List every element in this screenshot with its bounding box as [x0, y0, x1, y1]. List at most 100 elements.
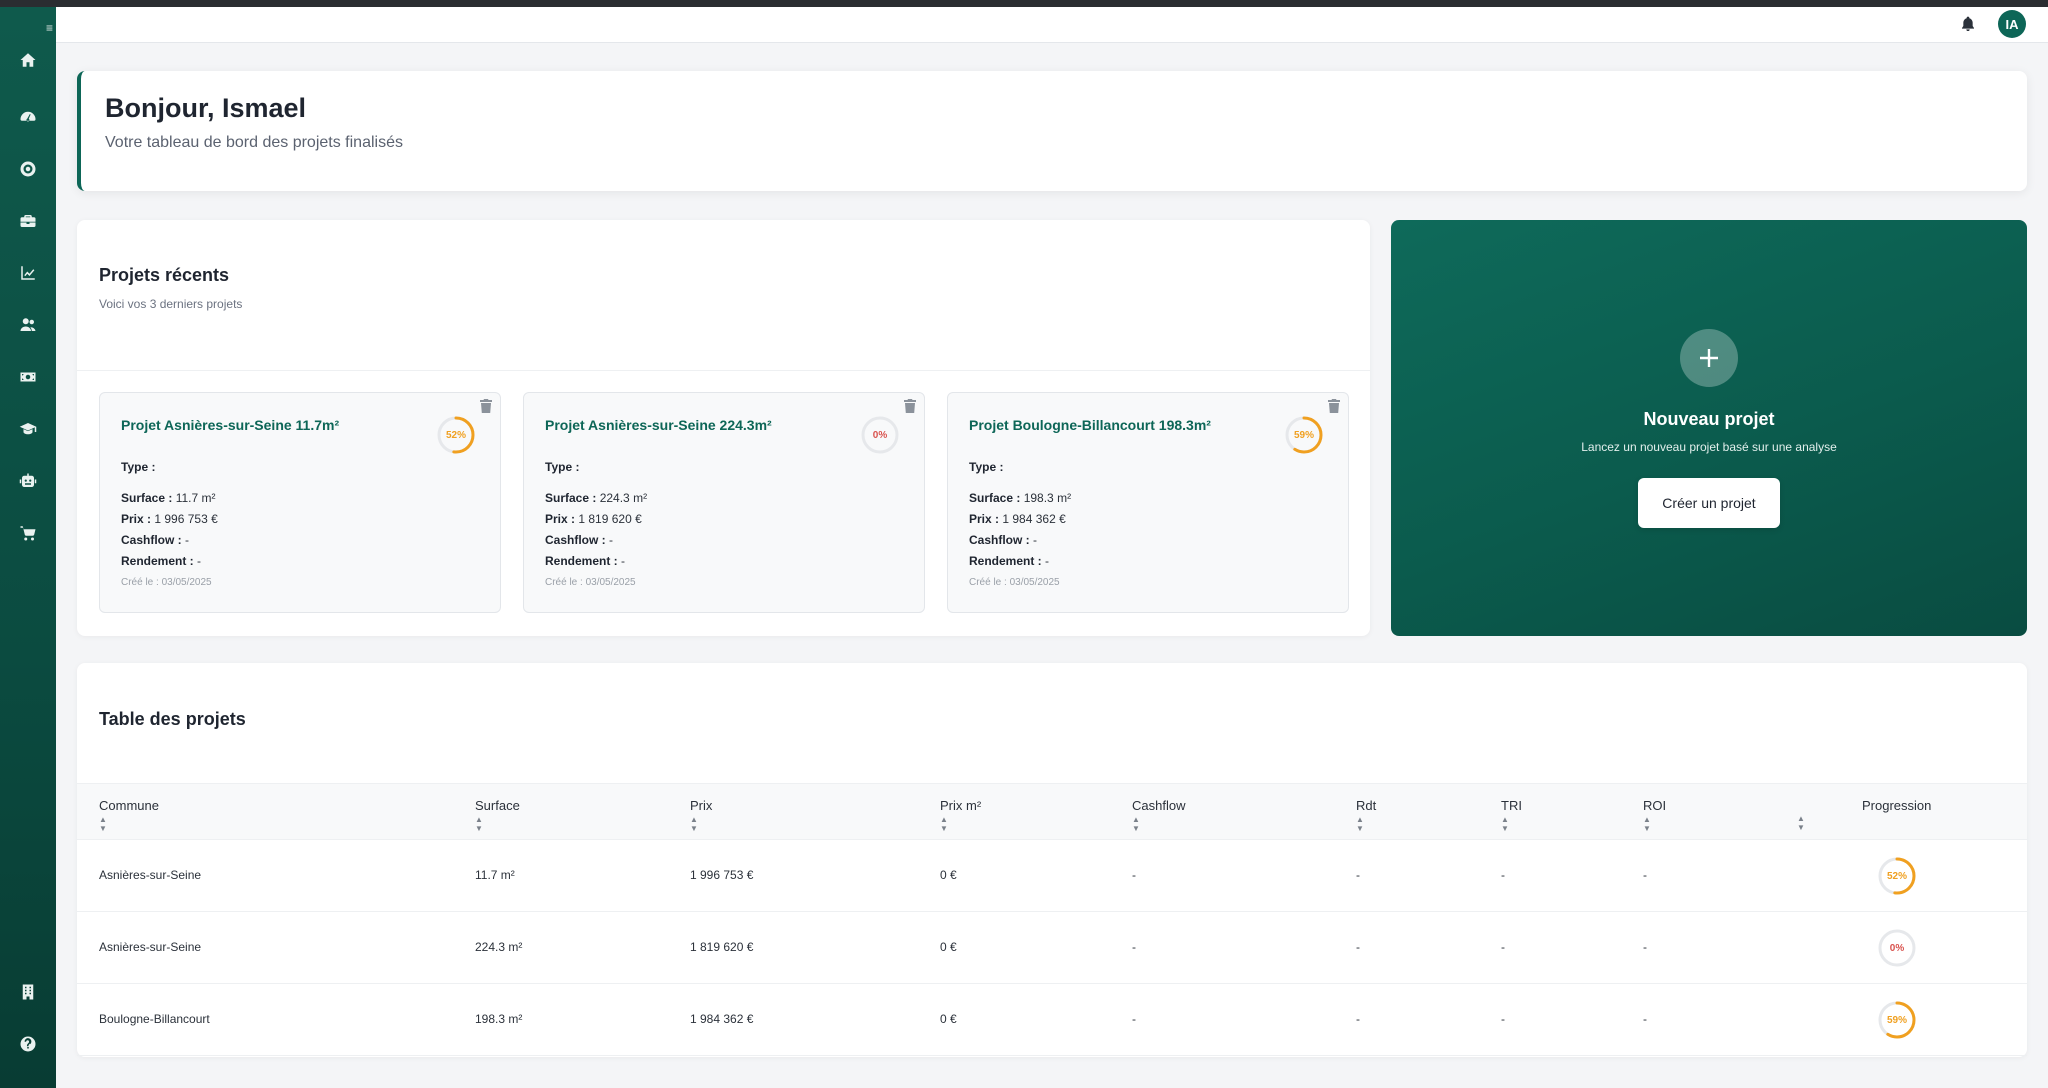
users-icon[interactable]: [16, 313, 40, 337]
card-cashflow: Cashflow : -: [121, 533, 190, 547]
project-card[interactable]: Projet Asnières-sur-Seine 11.7m² 52% Type …: [99, 392, 501, 613]
recent-projects-panel: Projets récents Voici vos 3 derniers pro…: [77, 220, 1370, 636]
welcome-card: Bonjour, Ismael Votre tableau de bord de…: [77, 71, 2027, 191]
bell-icon[interactable]: [1960, 15, 1976, 33]
sidebar: ≡: [0, 7, 56, 1088]
card-prix: Prix : 1 819 620 €: [545, 512, 642, 526]
briefcase-icon[interactable]: [16, 209, 40, 233]
card-created-date: Créé le : 03/05/2025: [545, 577, 636, 588]
user-avatar[interactable]: IA: [1998, 10, 2026, 38]
welcome-title: Bonjour, Ismael: [105, 93, 307, 123]
progress-ring: 0%: [860, 415, 900, 455]
progress-ring: 59%: [1877, 1000, 1917, 1040]
cell-roi: -: [1643, 940, 1647, 954]
card-surface: Surface : 224.3 m²: [545, 491, 648, 505]
cell-rdt: -: [1356, 868, 1360, 882]
cell-rdt: -: [1356, 940, 1360, 954]
cell-cashflow: -: [1132, 940, 1136, 954]
column-header-tri[interactable]: TRI ▲ ▼: [1501, 798, 1522, 833]
progress-ring: 59%: [1284, 415, 1324, 455]
help-icon[interactable]: [16, 1032, 40, 1056]
sort-icon: ▲ ▼: [1356, 815, 1364, 833]
card-type: Type :: [121, 460, 156, 474]
cell-prix: 1 996 753 €: [690, 868, 754, 882]
cell-rdt: -: [1356, 1012, 1360, 1026]
progress-ring: 52%: [1877, 856, 1917, 896]
card-rendement: Rendement : -: [121, 554, 202, 568]
card-prix: Prix : 1 996 753 €: [121, 512, 218, 526]
column-header-prix-m2[interactable]: Prix m² ▲ ▼: [940, 798, 981, 833]
column-header-roi[interactable]: ROI ▲ ▼: [1643, 798, 1666, 833]
trash-icon[interactable]: [480, 399, 492, 413]
sort-icon: ▲ ▼: [690, 815, 698, 833]
card-created-date: Créé le : 03/05/2025: [121, 577, 212, 588]
cell-surface: 11.7 m²: [475, 868, 515, 882]
project-card[interactable]: Projet Boulogne-Billancourt 198.3m² 59% Ty…: [947, 392, 1349, 613]
progress-label: 52%: [1886, 870, 1907, 882]
table-row[interactable]: Boulogne-Billancourt 198.3 m² 1 984 362 € 0…: [77, 984, 2027, 1056]
table-row[interactable]: Asnières-sur-Seine 224.3 m² 1 819 620 € 0 €…: [77, 912, 2027, 984]
building-icon[interactable]: [16, 980, 40, 1004]
trash-icon[interactable]: [1328, 399, 1340, 413]
column-header-cashflow[interactable]: Cashflow ▲ ▼: [1132, 798, 1185, 833]
column-header-commune[interactable]: Commune ▲ ▼: [99, 798, 159, 833]
project-card-title[interactable]: Projet Boulogne-Billancourt 198.3m²: [969, 417, 1211, 433]
sort-icon[interactable]: ▲ ▼: [1797, 814, 1805, 832]
card-cashflow: Cashflow : -: [545, 533, 614, 547]
card-prix: Prix : 1 984 362 €: [969, 512, 1066, 526]
sort-icon: ▲ ▼: [1132, 815, 1140, 833]
chart-line-icon[interactable]: [16, 261, 40, 285]
top-bar: [56, 7, 2048, 43]
cell-prix_m2: 0 €: [940, 868, 957, 882]
project-card[interactable]: Projet Asnières-sur-Seine 224.3m² 0% Type …: [523, 392, 925, 613]
cell-tri: -: [1501, 1012, 1505, 1026]
recent-projects-title: Projets récents: [99, 265, 230, 285]
robot-icon[interactable]: [16, 469, 40, 493]
cell-surface: 224.3 m²: [475, 940, 523, 954]
gauge-icon[interactable]: [16, 105, 40, 129]
trash-icon[interactable]: [904, 399, 916, 413]
cell-prix: 1 984 362 €: [690, 1012, 754, 1026]
table-header: Commune ▲ ▼ Surface ▲ ▼ Prix ▲ ▼ Prix m² ▲ ▼ Cas…: [77, 783, 2027, 840]
sort-icon: ▲ ▼: [1501, 815, 1509, 833]
cell-surface: 198.3 m²: [475, 1012, 523, 1026]
new-project-panel: Nouveau projet Lancez un nouveau projet …: [1391, 220, 2027, 636]
cell-tri: -: [1501, 868, 1505, 882]
home-icon[interactable]: [16, 48, 40, 72]
sort-icon: ▲ ▼: [99, 815, 107, 833]
card-rendement: Rendement : -: [545, 554, 626, 568]
menu-toggle-icon[interactable]: ≡: [46, 21, 56, 35]
card-surface: Surface : 11.7 m²: [121, 491, 216, 505]
progress-ring: 52%: [436, 415, 476, 455]
card-cashflow: Cashflow : -: [969, 533, 1038, 547]
cell-commune: Boulogne-Billancourt: [99, 1012, 210, 1026]
column-header-prix[interactable]: Prix ▲ ▼: [690, 798, 712, 833]
card-type: Type :: [545, 460, 580, 474]
target-icon[interactable]: [16, 157, 40, 181]
projects-table-panel: Table des projets Commune ▲ ▼ Surface ▲ ▼ Pr…: [77, 663, 2027, 1057]
project-card-title[interactable]: Projet Asnières-sur-Seine 224.3m²: [545, 417, 772, 433]
column-header-rdt[interactable]: Rdt ▲ ▼: [1356, 798, 1376, 833]
plus-icon[interactable]: [1680, 329, 1738, 387]
money-icon[interactable]: [16, 365, 40, 389]
graduation-cap-icon[interactable]: [16, 417, 40, 441]
projects-table-title: Table des projets: [99, 709, 246, 729]
cart-icon[interactable]: [16, 521, 40, 545]
cell-tri: -: [1501, 940, 1505, 954]
create-project-button[interactable]: Créer un projet: [1638, 478, 1780, 528]
browser-strip: [0, 0, 2048, 7]
recent-projects-subtitle: Voici vos 3 derniers projets: [99, 297, 243, 311]
cell-commune: Asnières-sur-Seine: [99, 868, 202, 882]
cell-cashflow: -: [1132, 1012, 1136, 1026]
sort-icon: ▲ ▼: [1643, 815, 1651, 833]
progress-label: 59%: [1293, 429, 1314, 441]
table-row[interactable]: Asnières-sur-Seine 11.7 m² 1 996 753 € 0 € -…: [77, 840, 2027, 912]
sort-icon: ▲ ▼: [940, 815, 948, 833]
project-card-title[interactable]: Projet Asnières-sur-Seine 11.7m²: [121, 417, 339, 433]
card-surface: Surface : 198.3 m²: [969, 491, 1072, 505]
cell-roi: -: [1643, 1012, 1647, 1026]
progress-label: 0%: [1889, 942, 1905, 954]
card-rendement: Rendement : -: [969, 554, 1050, 568]
column-header-surface[interactable]: Surface ▲ ▼: [475, 798, 520, 833]
sort-icon: ▲ ▼: [475, 815, 483, 833]
